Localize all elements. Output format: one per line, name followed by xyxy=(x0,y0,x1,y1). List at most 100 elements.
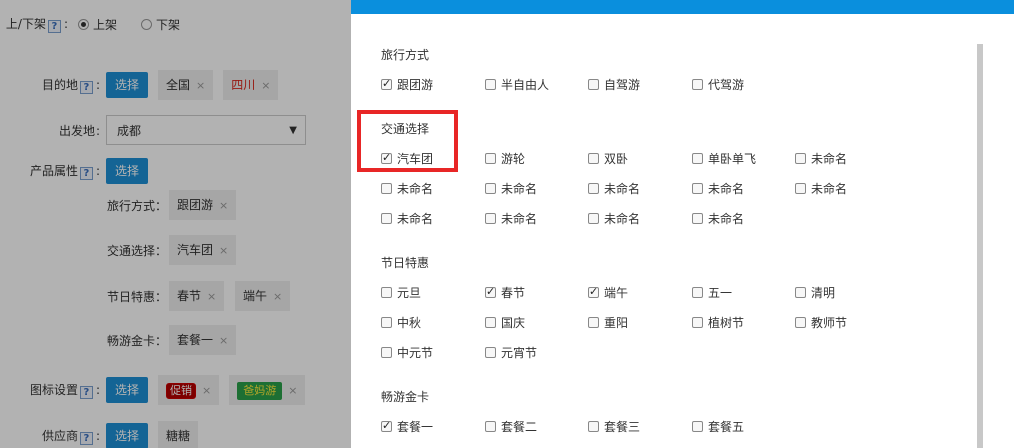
checkbox-golden-card[interactable]: 套餐一 xyxy=(381,418,433,435)
departure-row: 出发地: 成都 ▼ xyxy=(0,115,306,145)
checkbox-icon xyxy=(692,79,703,90)
checkbox-icon xyxy=(381,317,392,328)
checkbox-festival[interactable]: 端午 xyxy=(588,284,628,301)
destination-tag: 全国 × xyxy=(158,70,214,100)
listing-off-radio[interactable]: 下架 xyxy=(141,16,180,33)
help-icon[interactable]: ? xyxy=(79,81,93,94)
checkbox-icon xyxy=(381,213,392,224)
checkbox-golden-card[interactable]: 套餐三 xyxy=(588,418,640,435)
icon-setting-select-button[interactable]: 选择 xyxy=(106,377,149,403)
checkbox-icon xyxy=(795,153,806,164)
close-icon[interactable]: × xyxy=(196,79,205,92)
checkbox-icon xyxy=(692,183,703,194)
checkbox-travel-mode[interactable]: 半自由人 xyxy=(485,76,549,93)
attributes-select-button[interactable]: 选择 xyxy=(106,158,149,184)
destination-label: 目的地 xyxy=(41,78,78,92)
checkbox-travel-mode[interactable]: 自驾游 xyxy=(588,76,640,93)
checkbox-transport[interactable]: 未命名 xyxy=(795,180,847,197)
help-icon[interactable]: ? xyxy=(79,167,93,180)
checkbox-golden-card[interactable]: 套餐五 xyxy=(692,418,744,435)
checkbox-festival[interactable]: 教师节 xyxy=(795,314,847,331)
attributes-label: 产品属性 xyxy=(29,164,78,178)
attributes-modal: 旅行方式 跟团游 半自由人 自驾游 代驾游 交通选择 汽车团 游轮 双卧 单卧单… xyxy=(351,0,1014,448)
checkbox-icon xyxy=(485,79,496,90)
close-icon[interactable]: × xyxy=(207,290,216,303)
icon-badge-tag: 爸妈游 × xyxy=(229,375,306,405)
supplier-select-button[interactable]: 选择 xyxy=(106,423,149,448)
supplier-row: 供应商?: 选择 糖糖 xyxy=(0,421,199,448)
destination-row: 目的地?: 选择 全国 × 四川 × xyxy=(0,70,279,100)
help-icon[interactable]: ? xyxy=(79,432,93,445)
checkbox-transport[interactable]: 未命名 xyxy=(381,210,433,227)
checkbox-icon xyxy=(795,317,806,328)
checkbox-festival[interactable]: 春节 xyxy=(485,284,525,301)
checkbox-transport[interactable]: 未命名 xyxy=(588,180,640,197)
checkbox-transport[interactable]: 双卧 xyxy=(588,150,628,167)
checkbox-icon xyxy=(485,317,496,328)
close-icon[interactable]: × xyxy=(219,334,228,347)
checkbox-icon xyxy=(485,421,496,432)
modal-header-bar xyxy=(351,0,1014,14)
checkbox-transport[interactable]: 游轮 xyxy=(485,150,525,167)
checkbox-festival[interactable]: 五一 xyxy=(692,284,732,301)
checkbox-festival[interactable]: 元宵节 xyxy=(485,344,537,361)
checkbox-festival[interactable]: 元旦 xyxy=(381,284,421,301)
listing-on-radio[interactable]: 上架 xyxy=(78,16,117,33)
parents-tour-badge: 爸妈游 xyxy=(237,382,283,400)
help-icon[interactable]: ? xyxy=(47,20,61,33)
checkbox-transport[interactable]: 未命名 xyxy=(795,150,847,167)
checkbox-icon xyxy=(588,183,599,194)
close-icon[interactable]: × xyxy=(261,79,270,92)
checkbox-icon xyxy=(692,213,703,224)
travel-mode-label: 旅行方式： xyxy=(107,198,168,213)
close-icon[interactable]: × xyxy=(273,290,282,303)
checkbox-checked-icon xyxy=(588,285,599,298)
close-icon[interactable]: × xyxy=(219,244,228,257)
supplier-tag: 糖糖 xyxy=(158,421,199,448)
travel-mode-tag: 跟团游 × xyxy=(169,190,237,220)
radio-unchecked-icon xyxy=(141,18,153,30)
checkbox-festival[interactable]: 重阳 xyxy=(588,314,628,331)
checkbox-checked-icon xyxy=(485,285,496,298)
checkbox-icon xyxy=(588,79,599,90)
checkbox-transport[interactable]: 未命名 xyxy=(381,180,433,197)
modal-scrollbar[interactable] xyxy=(977,44,983,448)
checkbox-travel-mode[interactable]: 代驾游 xyxy=(692,76,744,93)
sale-badge: 促销 xyxy=(166,383,197,399)
checkbox-golden-card[interactable]: 套餐二 xyxy=(485,418,537,435)
listing-label: 上/下架 xyxy=(5,17,46,31)
checkbox-transport[interactable]: 未命名 xyxy=(692,210,744,227)
checkbox-transport[interactable]: 未命名 xyxy=(485,180,537,197)
festival-tag: 端午 × xyxy=(235,281,291,311)
transport-label: 交通选择： xyxy=(107,243,168,258)
destination-tag: 四川 × xyxy=(223,70,279,100)
close-icon[interactable]: × xyxy=(202,384,211,397)
checkbox-festival[interactable]: 植树节 xyxy=(692,314,744,331)
checkbox-transport[interactable]: 未命名 xyxy=(692,180,744,197)
checkbox-festival[interactable]: 清明 xyxy=(795,284,835,301)
help-icon[interactable]: ? xyxy=(79,386,93,399)
checkbox-festival[interactable]: 中秋 xyxy=(381,314,421,331)
checkbox-icon xyxy=(692,421,703,432)
destination-select-button[interactable]: 选择 xyxy=(106,72,149,98)
transport-tag: 汽车团 × xyxy=(169,235,237,265)
checkbox-travel-mode[interactable]: 跟团游 xyxy=(381,76,433,93)
checkbox-transport[interactable]: 单卧单飞 xyxy=(692,150,756,167)
checkbox-icon xyxy=(485,183,496,194)
close-icon[interactable]: × xyxy=(288,384,297,397)
checkbox-transport[interactable]: 未命名 xyxy=(485,210,537,227)
checkbox-festival[interactable]: 中元节 xyxy=(381,344,433,361)
checkbox-icon xyxy=(692,317,703,328)
close-icon[interactable]: × xyxy=(219,199,228,212)
icon-setting-label: 图标设置 xyxy=(29,383,78,397)
checkbox-festival[interactable]: 国庆 xyxy=(485,314,525,331)
checkbox-icon xyxy=(485,213,496,224)
checkbox-icon xyxy=(795,183,806,194)
checkbox-icon xyxy=(588,421,599,432)
supplier-label: 供应商 xyxy=(41,429,78,443)
departure-label: 出发地 xyxy=(58,123,95,138)
checkbox-transport[interactable]: 未命名 xyxy=(588,210,640,227)
section-title-travel-mode: 旅行方式 xyxy=(381,48,430,62)
checkbox-icon xyxy=(795,287,806,298)
departure-select[interactable]: 成都 ▼ xyxy=(106,115,306,145)
